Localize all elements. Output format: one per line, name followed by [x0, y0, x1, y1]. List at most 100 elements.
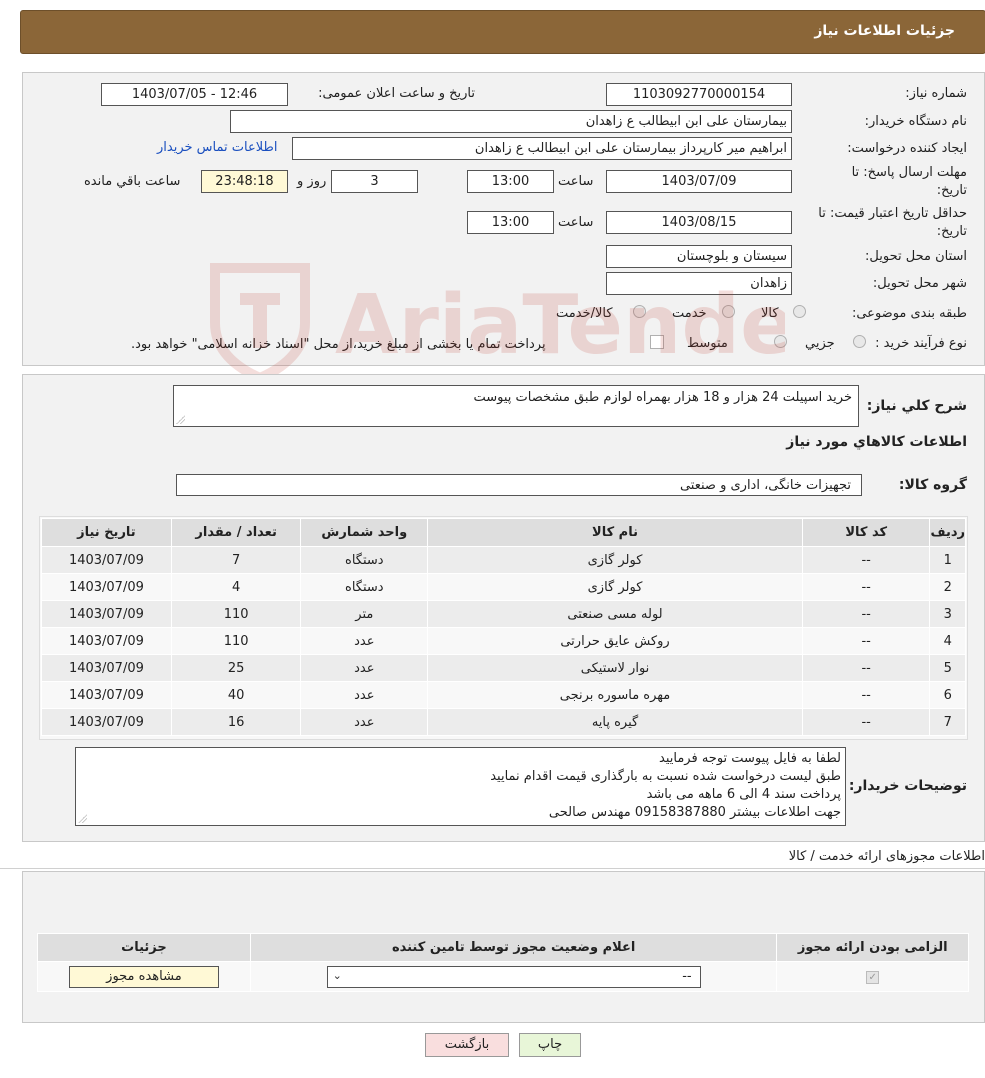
- permit-required-checkbox[interactable]: ✓: [866, 971, 880, 984]
- row-number: 3: [929, 600, 966, 628]
- row-number: 7: [929, 708, 966, 736]
- table-row: 4 -- روکش عایق حرارتی عدد 110 1403/07/09: [41, 627, 966, 655]
- item-need-date: 1403/07/09: [41, 654, 172, 682]
- item-code: --: [801, 681, 931, 709]
- row-number: 1: [929, 546, 966, 574]
- time-remaining-label: ساعت باقي مانده: [84, 174, 181, 189]
- item-need-date: 1403/07/09: [41, 600, 172, 628]
- item-quantity: 4: [170, 573, 302, 601]
- process-radio-medium[interactable]: [774, 335, 787, 348]
- row-number: 2: [929, 573, 966, 601]
- buyer-notes-label: توضیحات خریدار:: [848, 778, 967, 794]
- item-code: --: [801, 654, 931, 682]
- item-name: گیره پایه: [427, 708, 803, 736]
- goods-group-field: تجهیزات خانگی، اداری و صنعتی: [176, 474, 862, 496]
- page-title: جزئیات اطلاعات نیاز: [814, 23, 955, 39]
- table-row: 6 -- مهره ماسوره برنجی عدد 40 1403/07/09: [41, 681, 966, 709]
- deadline-label-line1: مهلت ارسال پاسخ: تا: [851, 165, 967, 180]
- goods-group-label: گروه کالا:: [898, 477, 967, 493]
- validity-time-field: 13:00: [467, 211, 554, 234]
- item-unit: عدد: [300, 681, 429, 709]
- resize-grip-icon[interactable]: [176, 415, 185, 424]
- item-name: روکش عایق حرارتی: [427, 627, 803, 655]
- row-number: 4: [929, 627, 966, 655]
- announce-date-label: تاریخ و ساعت اعلان عمومی:: [318, 86, 475, 101]
- item-need-date: 1403/07/09: [41, 681, 172, 709]
- permits-table: الزامی بودن ارائه مجوز اعلام وضعیت مجوز …: [37, 933, 969, 992]
- category-radio-service[interactable]: [722, 305, 735, 318]
- deadline-time-label: ساعت: [558, 174, 594, 189]
- item-unit: متر: [300, 600, 429, 628]
- item-name: مهره ماسوره برنجی: [427, 681, 803, 709]
- item-quantity: 40: [170, 681, 302, 709]
- print-button[interactable]: چاپ: [519, 1033, 581, 1057]
- validity-label-line1: حداقل تاریخ اعتبار قیمت: تا: [818, 206, 967, 221]
- item-quantity: 110: [170, 600, 302, 628]
- validity-label-line2: تاریخ:: [936, 224, 967, 239]
- col-quantity: تعداد / مقدار: [170, 518, 302, 547]
- table-row: ✓ -- ⌄ مشاهده مجوز: [37, 961, 969, 992]
- table-row: 7 -- گیره پایه عدد 16 1403/07/09: [41, 708, 966, 736]
- creator-label: ایجاد کننده درخواست:: [847, 141, 967, 156]
- item-quantity: 16: [170, 708, 302, 736]
- item-name: لوله مسی صنعتی: [427, 600, 803, 628]
- need-number-field: 1103092770000154: [606, 83, 792, 106]
- resize-grip-icon[interactable]: [78, 814, 87, 823]
- announce-date-field: 1403/07/05 - 12:46: [101, 83, 288, 106]
- buyer-org-field: بیمارستان علی ابن ابیطالب ع زاهدان: [230, 110, 792, 133]
- permit-status-select[interactable]: -- ⌄: [326, 965, 701, 988]
- col-permit-status: اعلام وضعیت مجوز توسط تامین کننده: [249, 933, 778, 962]
- province-field: سیستان و بلوچستان: [606, 245, 792, 268]
- process-radio-minor[interactable]: [853, 335, 866, 348]
- need-number-label: شماره نیاز:: [905, 86, 967, 101]
- view-permit-button[interactable]: مشاهده مجوز: [68, 965, 219, 988]
- buyer-notes-textarea[interactable]: لطفا به فایل پیوست توجه فرمایید طبق لیست…: [75, 747, 846, 826]
- permit-status-value: --: [326, 965, 701, 988]
- goods-table-header-row: رديف کد کالا نام کالا واحد شمارش تعداد /…: [41, 518, 966, 547]
- permit-details-cell: مشاهده مجوز: [37, 961, 251, 992]
- item-quantity: 7: [170, 546, 302, 574]
- buyer-org-label: نام دستگاه خریدار:: [864, 114, 967, 129]
- item-need-date: 1403/07/09: [41, 627, 172, 655]
- row-number: 6: [929, 681, 966, 709]
- buyer-contact-link[interactable]: اطلاعات تماس خریدار: [157, 140, 277, 155]
- time-remaining-field: 23:48:18: [201, 170, 288, 193]
- treasury-checkbox[interactable]: [650, 335, 664, 349]
- permits-table-header-row: الزامی بودن ارائه مجوز اعلام وضعیت مجوز …: [37, 933, 969, 962]
- item-unit: عدد: [300, 708, 429, 736]
- table-row: 1 -- کولر گازی دستگاه 7 1403/07/09: [41, 546, 966, 574]
- category-label: طبقه بندی موضوعی:: [851, 306, 967, 321]
- permit-status-cell: -- ⌄: [249, 961, 778, 992]
- process-option-minor: جزیي: [805, 336, 835, 351]
- item-code: --: [801, 600, 931, 628]
- item-quantity: 110: [170, 627, 302, 655]
- item-name: نوار لاستیکی: [427, 654, 803, 682]
- back-button[interactable]: بازگشت: [425, 1033, 509, 1057]
- permits-section-title: اطلاعات مجوزهای ارائه خدمت / کالا: [788, 849, 985, 864]
- deadline-label-line2: تاریخ:: [936, 183, 967, 198]
- item-unit: عدد: [300, 654, 429, 682]
- item-code: --: [801, 573, 931, 601]
- process-note: پرداخت تمام یا بخشی از مبلغ خرید،از محل …: [131, 337, 546, 352]
- city-field: زاهدان: [606, 272, 792, 295]
- category-option-goods: کالا: [761, 306, 779, 321]
- category-radio-goods[interactable]: [793, 305, 806, 318]
- item-unit: عدد: [300, 627, 429, 655]
- buyer-note-line: طبق لیست درخواست شده نسبت به بارگذاری قی…: [490, 769, 841, 784]
- description-label: شرح کلي نياز:: [866, 398, 967, 414]
- chevron-down-icon: ⌄: [332, 968, 342, 982]
- table-row: 2 -- کولر گازی دستگاه 4 1403/07/09: [41, 573, 966, 601]
- item-need-date: 1403/07/09: [41, 573, 172, 601]
- province-label: استان محل تحویل:: [865, 249, 967, 264]
- item-need-date: 1403/07/09: [41, 708, 172, 736]
- days-remaining-field: 3: [331, 170, 418, 193]
- item-code: --: [801, 708, 931, 736]
- category-radio-goods-service[interactable]: [633, 305, 646, 318]
- item-need-date: 1403/07/09: [41, 546, 172, 574]
- buyer-note-line: پرداخت سند 4 الی 6 ماهه می باشد: [646, 787, 841, 802]
- goods-table: رديف کد کالا نام کالا واحد شمارش تعداد /…: [41, 518, 966, 736]
- item-unit: دستگاه: [300, 573, 429, 601]
- description-textarea[interactable]: خرید اسپیلت 24 هزار و 18 هزار بهمراه لوا…: [173, 385, 859, 427]
- days-label: روز و: [297, 174, 327, 189]
- goods-section-title: اطلاعات کالاهاي مورد نياز: [786, 434, 967, 450]
